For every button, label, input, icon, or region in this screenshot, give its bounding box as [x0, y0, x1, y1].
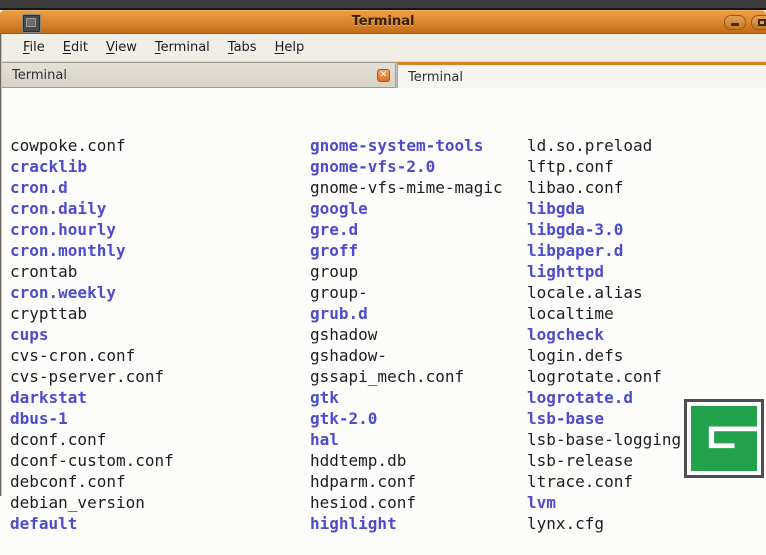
- directory-entry: cron.hourly: [10, 219, 310, 240]
- file-entry: group: [310, 261, 527, 282]
- window-title: Terminal: [0, 14, 766, 29]
- directory-entry: gre.d: [310, 219, 527, 240]
- directory-entry: libgda-3.0: [527, 219, 766, 240]
- file-entry: logrotate.conf: [527, 366, 766, 387]
- tab-terminal-1[interactable]: Terminal ✕: [1, 62, 396, 88]
- file-entry: gnome-vfs-mime-magic: [310, 177, 527, 198]
- directory-entry: google: [310, 198, 527, 219]
- file-entry: gssapi_mech.conf: [310, 366, 527, 387]
- menu-tabs[interactable]: Tabs: [219, 37, 266, 58]
- file-listing: cowpoke.confgnome-system-toolsld.so.prel…: [10, 135, 766, 534]
- directory-entry: hal: [310, 429, 527, 450]
- file-entry: crontab: [10, 261, 310, 282]
- file-entry: ld.so.preload: [527, 135, 766, 156]
- file-entry: locale.alias: [527, 282, 766, 303]
- titlebar[interactable]: Terminal: [0, 10, 766, 34]
- directory-entry: gtk: [310, 387, 527, 408]
- menu-file[interactable]: File: [14, 37, 54, 58]
- close-icon[interactable]: ✕: [377, 69, 390, 82]
- file-entry: login.defs: [527, 345, 766, 366]
- directory-entry: logcheck: [527, 324, 766, 345]
- directory-entry: cron.monthly: [10, 240, 310, 261]
- tab-label: Terminal: [12, 68, 67, 83]
- file-entry: libao.conf: [527, 177, 766, 198]
- maximize-button[interactable]: [751, 15, 766, 30]
- directory-entry: grub.d: [310, 303, 527, 324]
- tabbar: Terminal ✕ Terminal: [0, 62, 766, 88]
- tab-terminal-2[interactable]: Terminal: [397, 62, 766, 88]
- menubar: FileEditViewTerminalTabsHelp: [0, 34, 766, 62]
- directory-entry: cups: [10, 324, 310, 345]
- directory-entry: libgda: [527, 198, 766, 219]
- file-entry: dconf-custom.conf: [10, 450, 310, 471]
- file-entry: hddtemp.db: [310, 450, 527, 471]
- file-entry: crypttab: [10, 303, 310, 324]
- terminal-output[interactable]: cowpoke.confgnome-system-toolsld.so.prel…: [0, 88, 766, 496]
- file-entry: cowpoke.conf: [10, 135, 310, 156]
- menu-edit[interactable]: Edit: [54, 37, 97, 58]
- directory-entry: lighttpd: [527, 261, 766, 282]
- menu-terminal[interactable]: Terminal: [146, 37, 219, 58]
- directory-entry: libpaper.d: [527, 240, 766, 261]
- directory-entry: highlight: [310, 513, 527, 534]
- file-entry: gshadow-: [310, 345, 527, 366]
- directory-entry: gnome-system-tools: [310, 135, 527, 156]
- directory-entry: cron.daily: [10, 198, 310, 219]
- directory-entry: darkstat: [10, 387, 310, 408]
- directory-entry: groff: [310, 240, 527, 261]
- directory-entry: default: [10, 513, 310, 534]
- minimize-icon: [731, 23, 739, 26]
- file-entry: hesiod.conf: [310, 492, 527, 513]
- file-entry: lynx.cfg: [527, 513, 766, 534]
- file-entry: localtime: [527, 303, 766, 324]
- file-entry: debian_version: [10, 492, 310, 513]
- screen: { "window": { "title": "Terminal" }, "ic…: [0, 0, 766, 496]
- directory-entry: cron.weekly: [10, 282, 310, 303]
- file-entry: gshadow: [310, 324, 527, 345]
- file-entry: hdparm.conf: [310, 471, 527, 492]
- file-entry: dconf.conf: [10, 429, 310, 450]
- logo-green-square: [691, 406, 757, 471]
- minimize-button[interactable]: [724, 15, 746, 30]
- directory-entry: dbus-1: [10, 408, 310, 429]
- directory-entry: lvm: [527, 492, 766, 513]
- file-entry: cvs-pserver.conf: [10, 366, 310, 387]
- menu-view[interactable]: View: [97, 37, 146, 58]
- directory-entry: gtk-2.0: [310, 408, 527, 429]
- directory-entry: cracklib: [10, 156, 310, 177]
- file-entry: lftp.conf: [527, 156, 766, 177]
- directory-entry: gnome-vfs-2.0: [310, 156, 527, 177]
- green-g-logo: [684, 399, 764, 478]
- file-entry: cvs-cron.conf: [10, 345, 310, 366]
- directory-entry: cron.d: [10, 177, 310, 198]
- tab-label: Terminal: [408, 70, 463, 85]
- desktop-top-strip: [0, 0, 766, 10]
- maximize-icon: [758, 19, 766, 26]
- file-entry: group-: [310, 282, 527, 303]
- file-entry: debconf.conf: [10, 471, 310, 492]
- menu-help[interactable]: Help: [266, 37, 314, 58]
- window-border: [0, 34, 2, 496]
